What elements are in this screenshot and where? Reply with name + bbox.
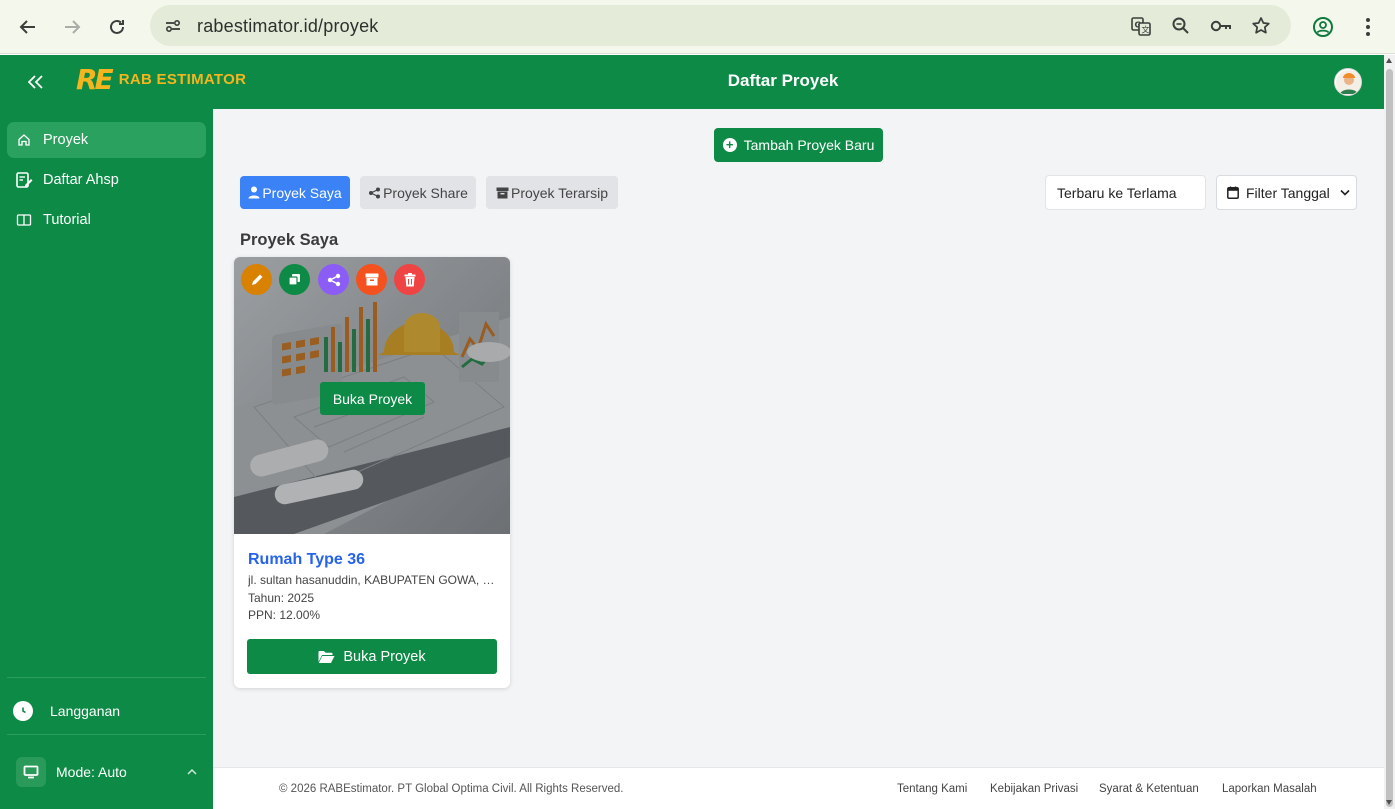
share-icon — [327, 273, 340, 286]
user-icon — [248, 186, 260, 199]
back-icon[interactable] — [14, 13, 42, 41]
sort-value: Terbaru ke Terlama — [1057, 184, 1177, 201]
share-icon — [368, 187, 381, 199]
project-title[interactable]: Rumah Type 36 — [248, 551, 365, 569]
open-project-button[interactable]: Buka Proyek — [247, 639, 497, 674]
address-bar[interactable]: rabestimator.id/proyek G文 — [150, 5, 1291, 46]
site-settings-icon[interactable] — [161, 14, 185, 38]
filter-label: Filter Tanggal — [1246, 184, 1330, 201]
chevron-up-icon — [186, 768, 198, 776]
chevron-down-icon — [1340, 189, 1350, 196]
add-project-button[interactable]: + Tambah Proyek Baru — [714, 128, 883, 162]
avatar[interactable] — [1334, 68, 1362, 96]
zoom-icon[interactable] — [1169, 14, 1193, 38]
trash-icon — [404, 272, 415, 286]
sidebar-divider — [7, 734, 206, 735]
project-thumbnail[interactable]: Buka Proyek — [234, 257, 510, 534]
sidebar-item-proyek[interactable]: Proyek — [7, 122, 206, 158]
sidebar-item-tutorial[interactable]: Tutorial — [7, 202, 206, 238]
mode-label: Mode: Auto — [56, 764, 127, 780]
profile-icon[interactable] — [1309, 13, 1337, 41]
main-content: + Tambah Proyek Baru Proyek Saya Proyek … — [213, 109, 1384, 767]
sidebar-item-label: Daftar Ahsp — [43, 172, 119, 188]
scrollbar-thumb[interactable] — [1386, 69, 1393, 807]
share-project-button[interactable] — [318, 264, 349, 295]
password-key-icon[interactable] — [1209, 14, 1233, 38]
footer-link-tentang-kami[interactable]: Tentang Kami — [897, 783, 967, 795]
calendar-icon — [1227, 186, 1239, 199]
page-title: Daftar Proyek — [727, 71, 839, 90]
archive-project-button[interactable] — [356, 264, 387, 295]
translate-icon[interactable]: G文 — [1129, 14, 1153, 38]
sidebar-item-label: Tutorial — [43, 212, 91, 228]
folder-open-icon — [318, 650, 335, 664]
reload-icon[interactable] — [103, 13, 131, 41]
plus-circle-icon: + — [722, 138, 737, 152]
sidebar-item-langganan[interactable]: Langganan — [12, 696, 202, 726]
home-icon — [13, 129, 35, 151]
page-scrollbar[interactable] — [1384, 55, 1395, 809]
sidebar: Proyek Daftar Ahsp Tutorial Langganan Mo… — [0, 109, 213, 809]
overlay-open-project-button[interactable]: Buka Proyek — [320, 382, 425, 415]
tab-label: Proyek Share — [383, 184, 468, 201]
scroll-down-icon[interactable] — [1386, 800, 1392, 805]
menu-dots-icon[interactable] — [1354, 13, 1382, 41]
add-project-label: Tambah Proyek Baru — [743, 137, 875, 153]
copyright-text: © 2026 RABEstimator. PT Global Optima Ci… — [279, 783, 624, 795]
pencil-icon — [251, 274, 262, 285]
tab-proyek-terarsip[interactable]: Proyek Terarsip — [486, 176, 618, 209]
tab-proyek-saya[interactable]: Proyek Saya — [240, 176, 350, 209]
url-text: rabestimator.id/proyek — [197, 16, 379, 36]
copy-project-button[interactable] — [279, 264, 310, 295]
footer: © 2026 RABEstimator. PT Global Optima Ci… — [213, 767, 1384, 809]
tab-label: Proyek Terarsip — [510, 184, 608, 201]
tab-proyek-share[interactable]: Proyek Share — [360, 176, 476, 209]
open-project-label: Buka Proyek — [343, 648, 426, 665]
book-icon — [13, 209, 35, 231]
copy-icon — [288, 274, 300, 286]
sidebar-divider — [7, 677, 206, 678]
project-year: Tahun: 2025 — [248, 591, 315, 605]
sidebar-item-daftar-ahsp[interactable]: Daftar Ahsp — [7, 162, 206, 198]
svg-text:文: 文 — [1142, 25, 1150, 35]
footer-link-syarat-ketentuan[interactable]: Syarat & Ketentuan — [1099, 783, 1199, 795]
project-address: jl. sultan hasanuddin, KABUPATEN GOWA, S… — [248, 573, 498, 587]
browser-toolbar: rabestimator.id/proyek G文 — [0, 0, 1395, 54]
forward-icon[interactable] — [58, 13, 86, 41]
sort-select[interactable]: Terbaru ke Terlama — [1045, 175, 1206, 210]
project-ppn: PPN: 12.00% — [248, 608, 321, 622]
monitor-icon — [16, 757, 46, 787]
delete-project-button[interactable] — [394, 264, 425, 295]
tab-label: Proyek Saya — [262, 184, 342, 201]
bookmark-star-icon[interactable] — [1249, 14, 1273, 38]
filter-date-button[interactable]: Filter Tanggal — [1216, 175, 1357, 210]
app-header: RE RAB ESTIMATOR Daftar Proyek — [0, 55, 1384, 109]
clock-icon — [13, 701, 33, 721]
footer-link-kebijakan-privasi[interactable]: Kebijakan Privasi — [990, 783, 1078, 795]
section-title: Proyek Saya — [240, 231, 339, 249]
edit-note-icon — [13, 169, 35, 191]
theme-mode-toggle[interactable]: Mode: Auto — [12, 757, 202, 787]
footer-link-laporkan-masalah[interactable]: Laporkan Masalah — [1222, 783, 1317, 795]
scroll-up-icon[interactable] — [1386, 58, 1392, 63]
project-card: Buka Proyek Rumah Type 36 jl. sultan has… — [234, 257, 510, 688]
edit-project-button[interactable] — [241, 264, 272, 295]
archive-icon — [365, 273, 378, 286]
sidebar-subscription-label: Langganan — [50, 703, 121, 719]
sidebar-item-label: Proyek — [43, 132, 89, 148]
archive-icon — [496, 187, 509, 199]
